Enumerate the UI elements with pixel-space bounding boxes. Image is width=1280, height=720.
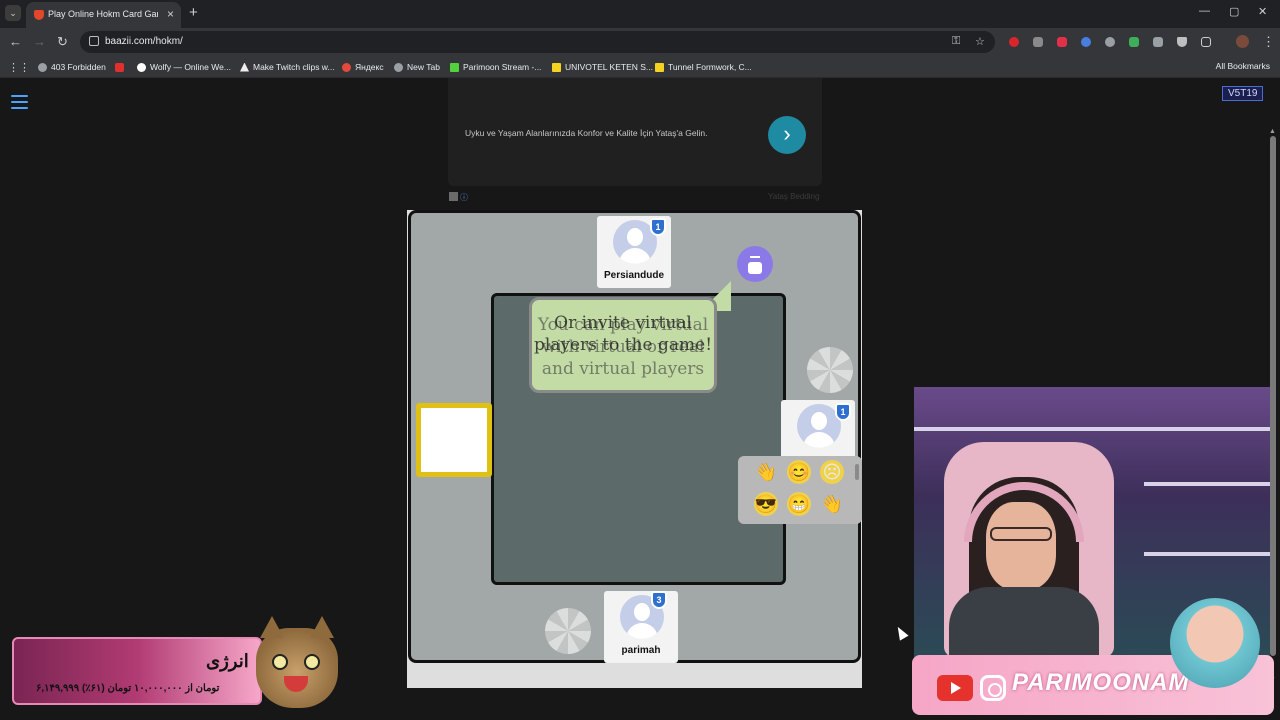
add-bot-icon[interactable] [737, 246, 773, 282]
ad-choices-icon[interactable] [449, 192, 458, 201]
kick-icon [450, 62, 459, 72]
browser-toolbar: ← → ↻ baazii.com/hokm/ ⚿ ☆ ⋮ [0, 28, 1280, 56]
ad-info-icon[interactable]: ⓘ [460, 192, 468, 203]
empty-seat-left[interactable] [416, 403, 492, 477]
player-seat-top[interactable]: 1 Persiandude [597, 216, 671, 288]
forward-icon[interactable]: → [33, 34, 46, 49]
emoji-reaction-panel: 👋 😊 ☹ 😎 😁 👋 [738, 456, 862, 524]
browser-tab-active[interactable]: Play Online Hokm Card Game × [26, 2, 181, 28]
restore-icon[interactable]: ▢ [1229, 5, 1239, 18]
apps-grid-icon[interactable]: ⋮⋮ [8, 61, 30, 74]
bookmarks-bar: ⋮⋮ 403 Forbidden Wolfy — Online We... Ma… [0, 56, 1280, 78]
bookmark-item[interactable] [115, 61, 124, 73]
player-name: Persiandude [603, 270, 665, 281]
wolfy-icon [137, 62, 146, 72]
player-level-badge: 1 [835, 403, 851, 421]
scroll-up-icon[interactable]: ▲ [1269, 128, 1276, 135]
minimize-icon[interactable]: — [1199, 5, 1210, 17]
s-icon [655, 62, 664, 72]
site-favicon-icon [34, 10, 44, 20]
browser-tab-bar: ⌄ Play Online Hokm Card Game × + — ▢ ✕ [0, 0, 1280, 28]
profile-avatar[interactable] [1236, 35, 1249, 48]
social-handle: PARIMOONAM [1012, 669, 1190, 696]
s-icon [552, 62, 561, 72]
address-bar[interactable]: baazii.com/hokm/ ⚿ ☆ [80, 31, 995, 53]
reload-icon[interactable]: ↻ [57, 34, 68, 50]
back-icon[interactable]: ← [9, 34, 22, 49]
tab-list-button[interactable]: ⌄ [5, 5, 21, 21]
extension-glasses-icon[interactable] [1153, 37, 1163, 47]
bookmark-item[interactable]: Parimoon Stream -... [450, 61, 541, 73]
triangle-icon [240, 62, 249, 72]
page-scrollbar[interactable] [1270, 136, 1276, 656]
player-level-badge: 1 [650, 218, 666, 236]
donation-goal-progress: ۶,۱۴۹,۹۹۹ تومان از ۱۰,۰۰۰,۰۰۰ تومان (۶۱٪… [36, 683, 220, 694]
bookmark-star-icon[interactable]: ☆ [975, 35, 985, 48]
speech-bubble: You can play virtual with virtual or rea… [529, 297, 717, 393]
bookmark-item[interactable]: Wolfy — Online We... [137, 61, 231, 73]
menu-hamburger-icon[interactable] [11, 95, 28, 113]
cat-mascot-image [256, 616, 338, 708]
close-window-icon[interactable]: ✕ [1258, 5, 1267, 18]
all-bookmarks[interactable]: All Bookmarks [1216, 61, 1270, 71]
tab-title: Play Online Hokm Card Game [48, 9, 158, 19]
youtube-icon [937, 675, 973, 701]
globe-icon [38, 62, 47, 72]
clap-emoji-icon[interactable]: 👋 [820, 492, 844, 516]
smile-emoji-icon[interactable]: 😊 [787, 460, 811, 484]
extension-red-icon[interactable] [1009, 37, 1019, 47]
cartoon-avatar-image [1170, 598, 1260, 688]
game-frame: 1 Persiandude 1 👋 😊 ☹ 😎 😁 👋 You can play… [408, 210, 862, 663]
cool-emoji-icon[interactable]: 😎 [754, 492, 778, 516]
password-key-icon[interactable]: ⚿ [952, 35, 960, 48]
pinwheel-icon [807, 347, 853, 393]
ad-banner[interactable]: Uyku ve Yaşam Alanlarınızda Konfor ve Ka… [448, 78, 822, 186]
url-text: baazii.com/hokm/ [105, 36, 183, 47]
extension-youtube-icon[interactable] [1057, 37, 1067, 47]
instagram-icon [980, 675, 1006, 701]
bookmark-item[interactable]: 403 Forbidden [38, 61, 106, 73]
bookmark-item[interactable]: UNIVOTEL KETEN S... [552, 61, 653, 73]
new-tab-button[interactable]: + [189, 4, 198, 21]
donation-goal-title: انرژی [206, 651, 249, 671]
browser-menu-icon[interactable]: ⋮ [1262, 34, 1275, 50]
player-name: parimah [621, 645, 661, 656]
bookmark-item[interactable]: Яндекс [342, 61, 384, 73]
ad-text: Uyku ve Yaşam Alanlarınızda Konfor ve Ka… [465, 128, 708, 138]
extension-globe-icon[interactable] [1105, 37, 1115, 47]
player-seat-bottom[interactable]: 3 parimah [604, 591, 678, 663]
bubble-text: Or invite virtual players to the game! [533, 313, 713, 355]
extension-blue-icon[interactable] [1081, 37, 1091, 47]
site-info-icon[interactable] [89, 36, 99, 46]
wave-emoji-icon[interactable]: 👋 [754, 460, 778, 484]
player-level-badge: 3 [651, 591, 667, 609]
ad-arrow-icon[interactable]: › [768, 116, 806, 154]
tab-close-icon[interactable]: × [167, 7, 174, 21]
extension-green-icon[interactable] [1129, 37, 1139, 47]
bookmark-item[interactable]: New Tab [394, 61, 440, 73]
sad-emoji-icon[interactable]: ☹ [820, 460, 844, 484]
bookmark-item[interactable]: Make Twitch clips w... [240, 61, 335, 73]
extension-gray-icon[interactable] [1033, 37, 1043, 47]
version-badge: V5T19 [1222, 86, 1264, 101]
hokm-game-board: 1 Persiandude 1 👋 😊 ☹ 😎 😁 👋 You can play… [407, 210, 862, 688]
pinwheel-icon [545, 608, 591, 654]
emoji-scrollbar[interactable] [855, 464, 859, 480]
yandex-icon [342, 62, 351, 72]
bookmark-item[interactable]: Tunnel Formwork, C... [655, 61, 752, 73]
globe-icon [394, 62, 403, 72]
extensions-puzzle-icon[interactable] [1201, 37, 1211, 47]
ad-brand: Yataş Bedding [768, 192, 820, 201]
extension-shield-icon[interactable] [1177, 37, 1187, 47]
youtube-icon [115, 62, 124, 72]
donation-goal-widget: انرژی ۶,۱۴۹,۹۹۹ تومان از ۱۰,۰۰۰,۰۰۰ توما… [12, 637, 262, 705]
grin-emoji-icon[interactable]: 😁 [787, 492, 811, 516]
